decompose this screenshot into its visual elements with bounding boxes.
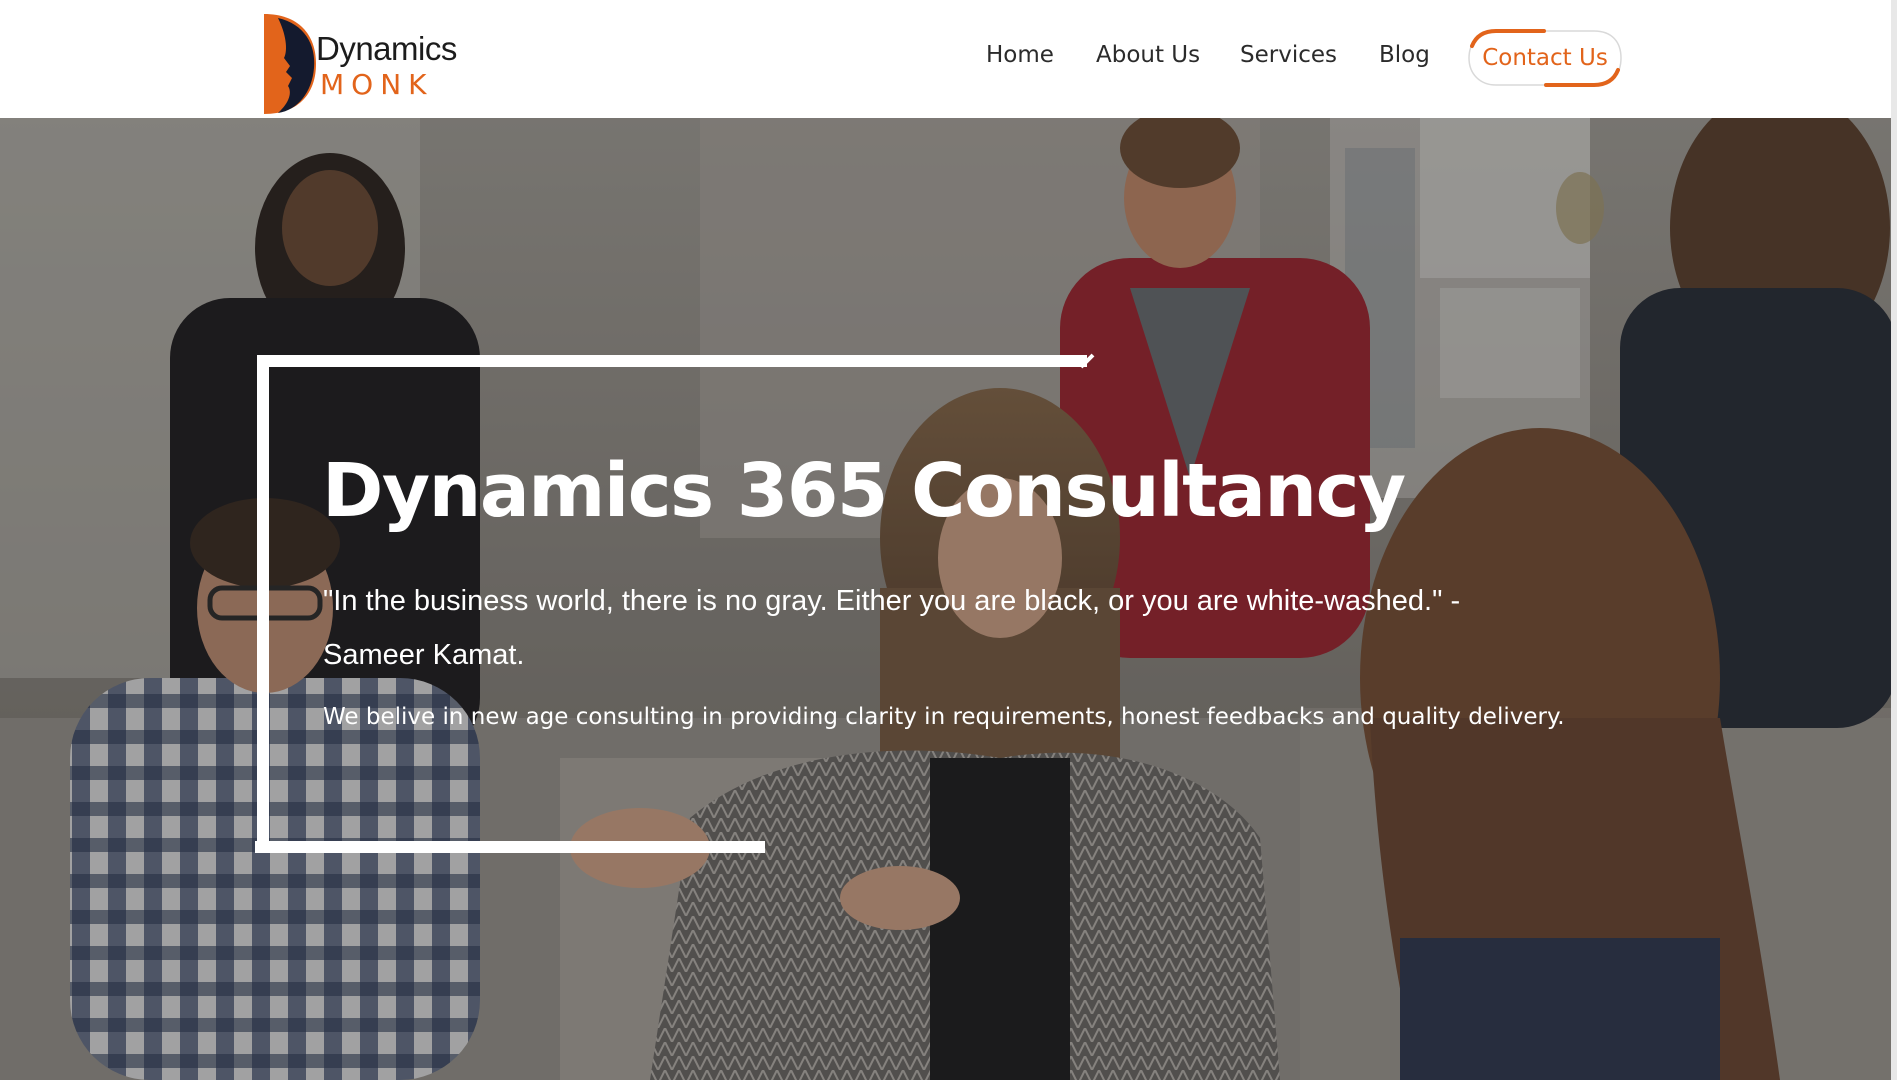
- site-header: Dynamics MONK Home About Us Services Blo…: [0, 0, 1897, 118]
- nav-about-us-link[interactable]: About Us: [1096, 42, 1200, 68]
- page-scrollbar[interactable]: [1891, 0, 1897, 1080]
- nav-services-link[interactable]: Services: [1240, 42, 1337, 68]
- page: Dynamics MONK Home About Us Services Blo…: [0, 0, 1897, 1080]
- contact-us-button[interactable]: Contact Us: [1466, 28, 1624, 88]
- nav-home-link[interactable]: Home: [986, 42, 1054, 68]
- contact-us-label: Contact Us: [1482, 45, 1608, 71]
- hero-quote: "In the business world, there is no gray…: [323, 585, 1461, 671]
- hero-section: Dynamics 365 Consultancy "In the busines…: [0, 118, 1897, 1080]
- main-nav: Home About Us Services Blog Contact Us: [0, 0, 1897, 118]
- hero-tagline: We belive in new age consulting in provi…: [323, 704, 1565, 730]
- nav-blog-link[interactable]: Blog: [1379, 42, 1430, 68]
- hero-title: Dynamics 365 Consultancy: [322, 448, 1406, 534]
